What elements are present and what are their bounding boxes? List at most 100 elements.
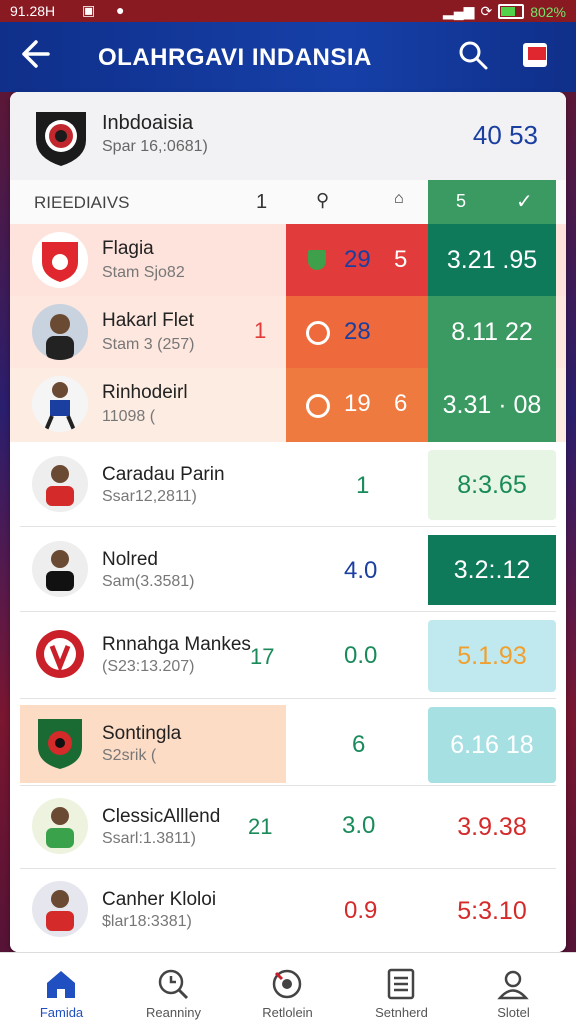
battery-text: 802% — [530, 3, 566, 20]
clock-search-icon — [158, 969, 189, 1000]
column-label: RIEEDIAIVS — [34, 193, 130, 212]
flag-icon[interactable] — [520, 40, 552, 72]
team-crest-icon — [32, 106, 90, 168]
stat-a: 4.0 — [344, 557, 378, 584]
nav-item-home[interactable]: Famida — [4, 953, 119, 1025]
check-icon[interactable]: ✓ — [516, 189, 533, 214]
row-left-number: 17 — [250, 644, 275, 669]
nav-label: Setnherd — [375, 1005, 428, 1020]
search-icon[interactable] — [456, 38, 492, 74]
row-value: 5.1.93 — [428, 620, 556, 692]
list-icon — [387, 968, 415, 1000]
gallery-icon: ▣ — [82, 2, 96, 18]
stat-a: 0.9 — [344, 897, 378, 924]
column-number: 1 — [256, 191, 268, 213]
row-subtitle: Stam 3 (257) — [102, 336, 195, 353]
list-item[interactable]: ClessicAlllend Ssarl:1.3811) 21 3.0 3.9.… — [10, 786, 566, 868]
ball-icon — [272, 969, 302, 999]
player-avatar — [32, 456, 88, 512]
stat-block: 28 — [286, 296, 428, 368]
list-item[interactable]: Canher Kloloi $lar18:3381) 0.9 5:3.10 — [10, 869, 566, 952]
row-value: 6.16 18 — [428, 707, 556, 783]
nav-label: Famida — [39, 1005, 84, 1020]
app-bar: OLAHRGAVI INDANSIA — [0, 22, 576, 92]
nav-item-matches[interactable]: Retlolein — [230, 953, 345, 1025]
column-green-header: 5 ✓ — [428, 180, 556, 224]
stat-b: 6 — [394, 390, 408, 417]
row-name: Canher Kloloi — [102, 889, 217, 910]
status-bar: 91.28H ▣ ● ▂▄▆ ⟳ 802% — [0, 0, 576, 22]
standings-card: Inbdoaisia Spar 16,:0681) 40 53 RIEEDIAI… — [10, 92, 566, 952]
list-item[interactable]: Nolred Sam(3.3581) 4.0 3.2:.12 — [10, 527, 566, 611]
team-header[interactable]: Inbdoaisia Spar 16,:0681) 40 53 — [10, 92, 566, 181]
nav-label: Reanniny — [146, 1005, 201, 1020]
nav-label: Retlolein — [262, 1005, 313, 1020]
row-value: 3.2:.12 — [428, 535, 556, 605]
row-left-number: 1 — [254, 318, 267, 343]
player-avatar — [32, 881, 88, 937]
data-icon: ⟳ — [480, 3, 493, 19]
row-name: Nolred — [102, 549, 158, 570]
bottom-nav: Famida Reanniny Retlolein Setnherd Slote… — [0, 952, 576, 1025]
nav-label: Slotel — [497, 1005, 530, 1020]
stat-a: 28 — [344, 318, 371, 345]
notification-icon: ● — [116, 2, 125, 18]
stat-a: 19 — [344, 390, 371, 417]
team-name: Inbdoaisia — [102, 112, 194, 134]
stat-a: 3.0 — [342, 812, 376, 839]
status-time: 91.28H — [10, 3, 56, 19]
row-left-number: 21 — [248, 814, 273, 839]
list-item[interactable]: Sontingla S2srik ( 6 6.16 18 — [10, 699, 566, 785]
club-logo-icon — [32, 626, 88, 682]
battery-icon — [498, 4, 525, 19]
column-green-value: 5 — [456, 191, 467, 211]
signal-icon: ▂▄▆ — [443, 3, 475, 19]
player-avatar — [32, 798, 88, 854]
nav-item-profile[interactable]: Slotel — [456, 953, 571, 1025]
player-avatar — [32, 304, 88, 360]
row-name: Sontingla — [102, 723, 182, 744]
home-icon — [47, 971, 75, 998]
list-item[interactable]: Flagia Stam Sjo82 29 5 3.21 .95 — [10, 224, 566, 296]
team-subtitle: Spar 16,:0681) — [102, 138, 208, 155]
row-value: 8:3.65 — [428, 450, 556, 520]
club-logo-icon — [32, 232, 88, 288]
shield-icon — [308, 250, 326, 270]
row-name: Flagia — [102, 238, 154, 259]
row-subtitle: S2srik ( — [102, 747, 157, 764]
circle-icon — [306, 321, 330, 345]
row-subtitle: 11098 ( — [102, 408, 156, 425]
profile-icon — [497, 970, 529, 1000]
stat-block: 19 6 — [286, 368, 428, 442]
row-subtitle: Stam Sjo82 — [102, 264, 185, 281]
row-value: 8.11 22 — [428, 296, 556, 368]
row-subtitle: $lar18:3381) — [102, 913, 192, 930]
page-title: OLAHRGAVI INDANSIA — [98, 44, 372, 71]
row-value: 5:3.10 — [428, 875, 556, 947]
list-item[interactable]: Hakarl Flet Stam 3 (257) 1 28 8.11 22 — [10, 296, 566, 368]
row-name: ClessicAlllend — [102, 806, 221, 827]
row-value: 3.21 .95 — [428, 224, 556, 296]
row-value: 3.31 · 08 — [428, 368, 556, 442]
stat-b: 5 — [394, 246, 408, 273]
stat-block: 29 5 — [286, 224, 428, 296]
nav-item-list[interactable]: Setnherd — [344, 953, 459, 1025]
stat-a: 1 — [356, 472, 370, 499]
pin-icon[interactable]: ⚲ — [316, 190, 329, 211]
list-item[interactable]: Caradau Parin Ssar12,2811) 1 8:3.65 — [10, 442, 566, 526]
club-logo-icon — [32, 715, 88, 771]
list-item[interactable]: Rnnahga Mankes (S23:13.207) 17 0.0 5.1.9… — [10, 612, 566, 698]
row-subtitle: (S23:13.207) — [102, 658, 195, 675]
row-subtitle: Sam(3.3581) — [102, 573, 195, 590]
player-avatar — [32, 541, 88, 597]
nav-item-search[interactable]: Reanniny — [116, 953, 231, 1025]
row-subtitle: Ssarl:1.3811) — [102, 830, 196, 847]
stat-a: 29 — [344, 246, 371, 273]
player-avatar — [32, 376, 88, 432]
tray-icon[interactable]: ⌂ — [394, 190, 404, 208]
ball-icon — [306, 394, 330, 418]
list-item[interactable]: Rinhodeirl 11098 ( 19 6 3.31 · 08 — [10, 368, 566, 442]
back-arrow-icon[interactable] — [16, 36, 60, 76]
row-name: Rinhodeirl — [102, 382, 188, 403]
stat-a: 6 — [352, 731, 366, 758]
